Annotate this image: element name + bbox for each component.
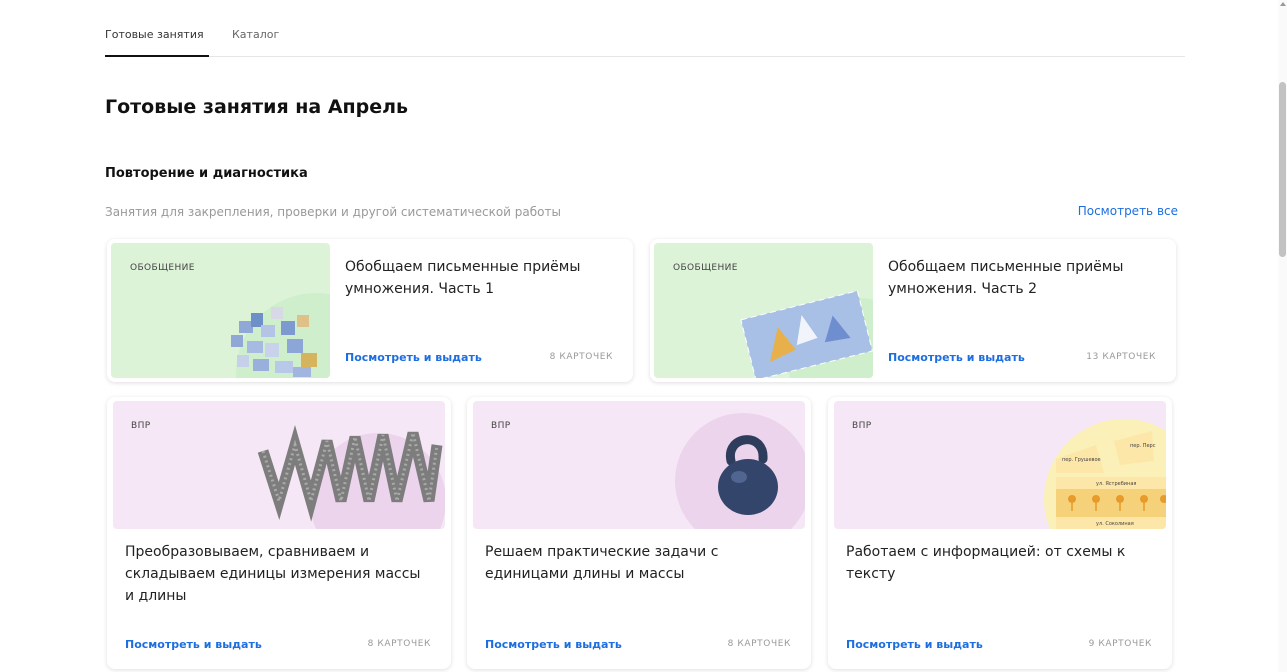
card-title: Обобщаем письменные приёмы умножения. Ча… xyxy=(345,259,581,297)
card-tag: ОБОБЩЕНИЕ xyxy=(673,263,738,273)
card-tag: ВПР xyxy=(852,421,872,431)
map-street-label: ул. Ястребиная xyxy=(1096,481,1136,487)
card-image: ВПР xyxy=(113,401,445,529)
tab-bar: Готовые занятия Каталог xyxy=(105,22,1185,57)
card-image: ОБОБЩЕНИЕ xyxy=(111,243,330,378)
map-street-label: ул. Соколиная xyxy=(1096,521,1134,527)
view-and-assign-link[interactable]: Посмотреть и выдать xyxy=(888,351,1025,364)
view-and-assign-link[interactable]: Посмотреть и выдать xyxy=(125,638,262,651)
section-subtitle: Занятия для закрепления, проверки и друг… xyxy=(105,205,561,219)
view-and-assign-link[interactable]: Посмотреть и выдать xyxy=(485,638,622,651)
card-image: пер. Грушевое пер. Перс ул. Ястребиная у… xyxy=(834,401,1166,529)
street-map-icon: пер. Грушевое пер. Перс ул. Ястребиная у… xyxy=(1044,419,1166,529)
card-tag: ВПР xyxy=(491,421,511,431)
card-title: Обобщаем письменные приёмы умножения. Ча… xyxy=(888,259,1124,297)
card-count: 13 КАРТОЧЕК xyxy=(1086,352,1156,362)
view-and-assign-link[interactable]: Посмотреть и выдать xyxy=(345,351,482,364)
lesson-card[interactable]: ВПР Решаем практические задачи с единица… xyxy=(467,397,811,669)
kettlebell-icon xyxy=(675,413,805,529)
lesson-card[interactable]: ВПР Преобразовываем, сравниваем и склады… xyxy=(107,397,451,669)
lesson-card[interactable]: ОБОБЩЕНИЕ Обобщаем письменные приёмы умн… xyxy=(107,239,633,382)
card-count: 8 КАРТОЧЕК xyxy=(549,352,613,362)
scroll-up-arrow-icon[interactable] xyxy=(1280,2,1286,6)
see-all-link[interactable]: Посмотреть все xyxy=(1078,204,1178,218)
card-tag: ОБОБЩЕНИЕ xyxy=(130,263,195,273)
card-title: Работаем с информацией: от схемы к текст… xyxy=(846,544,1126,582)
card-count: 9 КАРТОЧЕК xyxy=(1088,639,1152,649)
tab-ready-lessons[interactable]: Готовые занятия xyxy=(105,28,204,41)
card-count: 8 КАРТОЧЕК xyxy=(367,639,431,649)
map-street-label: пер. Перс xyxy=(1130,443,1156,449)
map-street-label: пер. Грушевое xyxy=(1062,457,1101,463)
view-and-assign-link[interactable]: Посмотреть и выдать xyxy=(846,638,983,651)
page-title: Готовые занятия на Апрель xyxy=(105,96,409,118)
tab-catalog[interactable]: Каталог xyxy=(232,28,279,41)
card-count: 8 КАРТОЧЕК xyxy=(727,639,791,649)
active-tab-indicator xyxy=(105,55,209,57)
card-title: Преобразовываем, сравниваем и складываем… xyxy=(125,544,421,604)
folding-ruler-icon xyxy=(257,424,445,529)
lesson-card[interactable]: пер. Грушевое пер. Перс ул. Ястребиная у… xyxy=(828,397,1172,669)
card-title: Решаем практические задачи с единицами д… xyxy=(485,544,719,582)
scrollbar-thumb[interactable] xyxy=(1279,82,1286,257)
section-title: Повторение и диагностика xyxy=(105,166,308,181)
lesson-card[interactable]: ОБОБЩЕНИЕ Обобщаем письменные приёмы умн… xyxy=(650,239,1176,382)
card-image: ВПР xyxy=(473,401,805,529)
card-image: ОБОБЩЕНИЕ xyxy=(654,243,873,378)
card-tag: ВПР xyxy=(131,421,151,431)
